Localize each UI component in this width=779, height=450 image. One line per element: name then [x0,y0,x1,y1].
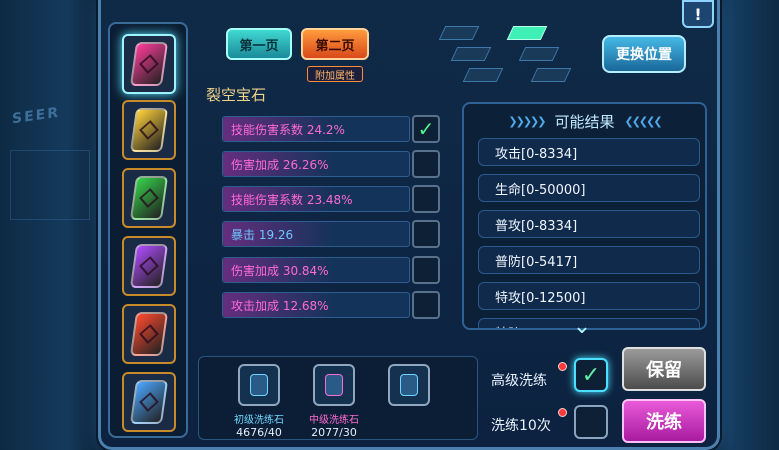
possible-results-panel: ❯❯❯❯❯ 可能结果 ❮❮❮❮❮ 攻击[0-8334] 生命[0-50000] 普攻… [462,102,707,330]
stone-count: 4676/40 [236,426,282,439]
attribute-row: 技能伤害系数 24.2% [222,116,410,142]
refine-stone[interactable] [238,364,280,406]
keep-button[interactable]: 保留 [622,347,706,391]
lock-checkbox[interactable] [412,150,440,178]
chevron-left-icon: ❮❮❮❮❮ [624,114,663,128]
stone-count: 2077/30 [311,426,357,439]
attribute-row: 伤害加成 30.84% [222,257,410,283]
stone-icon [325,374,343,396]
lock-checkbox[interactable]: ✓ [412,115,440,143]
checkmark-icon: ✓ [417,117,435,141]
gem-slot[interactable] [122,236,176,296]
lock-checkbox[interactable] [412,185,440,213]
extra-attribute-tag: 附加属性 [307,66,363,82]
tab-page-2[interactable]: 第二页 [301,28,369,60]
hex-slot [450,47,492,61]
lock-checkbox[interactable] [412,220,440,248]
background-grid [10,150,90,220]
result-item: 攻击[0-8334] [478,138,700,166]
blue-gem-icon [129,380,169,424]
gem-slot[interactable] [122,304,176,364]
notification-dot [558,362,567,371]
results-header: ❯❯❯❯❯ 可能结果 ❮❮❮❮❮ [464,110,705,132]
background-logo-text: SEER [12,104,60,128]
attribute-text: 技能伤害系数 24.2% [231,122,345,137]
green-gem-icon [129,176,169,220]
hex-slot [530,68,572,82]
result-item: 生命[0-50000] [478,174,700,202]
attribute-text: 暴击 19.26 [231,227,294,242]
hex-slot [518,47,560,61]
checkmark-icon: ✓ [581,362,601,388]
gem-slot[interactable] [122,168,176,228]
pink-gem-icon [129,42,169,86]
gem-slot[interactable] [122,372,176,432]
attribute-row: 暴击 19.26 [222,221,410,247]
purple-gem-icon [129,244,169,288]
lock-checkbox[interactable] [412,291,440,319]
notification-dot [558,408,567,417]
results-title: 可能结果 [554,112,615,131]
info-button[interactable]: ! [682,0,714,28]
refine-ten-checkbox[interactable] [574,405,608,439]
refine-stone[interactable] [313,364,355,406]
advanced-refine-label: 高级洗练 [491,373,547,389]
lock-checkbox[interactable] [412,256,440,284]
result-item: 特攻[0-12500] [478,282,700,310]
attribute-row: 伤害加成 26.26% [222,151,410,177]
position-indicator[interactable] [432,22,582,86]
attribute-text: 伤害加成 26.26% [231,157,329,172]
hex-slot [462,68,504,82]
gem-slot[interactable] [122,34,176,94]
result-item: 普攻[0-8334] [478,210,700,238]
attribute-text: 伤害加成 30.84% [231,263,329,278]
stone-name: 初级洗练石 [234,415,284,426]
tab-page-1[interactable]: 第一页 [226,28,292,60]
refine-ten-label: 洗练10次 [491,418,551,434]
unknown-stone-slot[interactable] [388,364,430,406]
attribute-row: 技能伤害系数 23.48% [222,186,410,212]
stone-icon [250,374,268,396]
hex-slot-active [506,26,548,40]
stone-name: 中级洗练石 [309,415,359,426]
background-left-panel: SEER [0,0,110,450]
question-mark-icon [400,374,418,396]
hex-slot [438,26,480,40]
advanced-refine-checkbox[interactable]: ✓ [574,358,608,392]
refine-button[interactable]: 洗练 [622,399,706,443]
attribute-text: 攻击加成 12.68% [231,298,329,313]
swap-position-button[interactable]: 更换位置 [602,35,686,73]
gem-slot[interactable] [122,100,176,160]
result-item: 普防[0-5417] [478,246,700,274]
yellow-gem-icon [129,108,169,152]
gem-name-title: 裂空宝石 [206,86,267,104]
attribute-row: 攻击加成 12.68% [222,292,410,318]
attribute-text: 技能伤害系数 23.48% [231,192,353,207]
red-gem-icon [129,312,169,356]
chevron-right-icon: ❯❯❯❯❯ [508,114,546,128]
scroll-down-icon[interactable]: ⌄ [562,314,602,339]
